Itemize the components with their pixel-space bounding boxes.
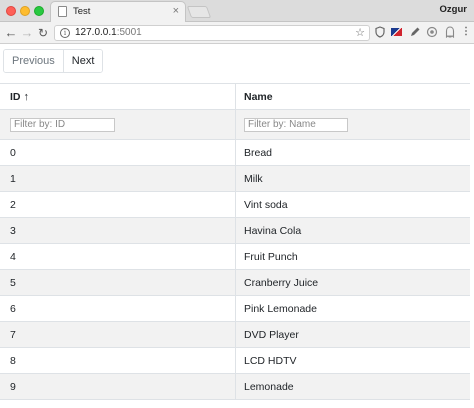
bookmark-star-icon[interactable]: ☆ xyxy=(355,26,365,39)
table-row[interactable]: 7 DVD Player xyxy=(0,322,470,348)
cell-name: Cranberry Juice xyxy=(244,276,319,289)
filter-cell-name xyxy=(236,110,470,139)
cell-id: 9 xyxy=(0,374,236,399)
cell-name: Bread xyxy=(244,146,273,159)
privacy-icon[interactable] xyxy=(426,26,438,38)
cell-id: 4 xyxy=(0,244,236,269)
browser-tab-strip: Test × Ozgur xyxy=(0,0,474,22)
cell-name: Pink Lemonade xyxy=(244,302,317,315)
table-row[interactable]: 6 Pink Lemonade xyxy=(0,296,470,322)
cell-id: 0 xyxy=(0,140,236,165)
cell-name: DVD Player xyxy=(244,328,299,341)
forward-arrow-icon[interactable]: → xyxy=(20,25,34,41)
cell-id: 8 xyxy=(0,348,236,373)
page-icon xyxy=(58,6,67,17)
pen-icon[interactable] xyxy=(409,26,421,38)
zoom-window-button[interactable] xyxy=(34,6,44,16)
cell-name: Fruit Punch xyxy=(244,250,298,263)
cell-id: 7 xyxy=(0,322,236,347)
column-header-name[interactable]: Name xyxy=(236,84,470,109)
table-row[interactable]: 4 Fruit Punch xyxy=(0,244,470,270)
column-header-label: ID xyxy=(10,90,21,103)
cell-name: Vint soda xyxy=(244,198,288,211)
name-filter-input[interactable] xyxy=(244,117,348,132)
data-table: ID ↑ Name 0 Bread 1 Milk 2 Vint soda 3 Havina C… xyxy=(0,83,470,400)
table-row[interactable]: 9 Lemonade xyxy=(0,374,470,400)
table-row[interactable]: 3 Havina Cola xyxy=(0,218,470,244)
id-filter-input[interactable] xyxy=(10,117,115,132)
cell-id: 6 xyxy=(0,296,236,321)
filter-cell-id xyxy=(0,110,236,139)
info-icon[interactable]: i xyxy=(60,28,70,38)
back-arrow-icon[interactable]: ← xyxy=(4,25,18,41)
cell-id: 3 xyxy=(0,218,236,243)
tab-close-icon[interactable]: × xyxy=(173,5,179,17)
cell-name: Milk xyxy=(244,172,263,185)
minimize-window-button[interactable] xyxy=(20,6,30,16)
menu-icon[interactable]: ⋮ xyxy=(460,26,472,38)
sort-ascending-icon: ↑ xyxy=(23,90,30,103)
cell-id: 2 xyxy=(0,192,236,217)
profile-name[interactable]: Ozgur xyxy=(440,4,467,15)
url-port: :5001 xyxy=(116,27,142,38)
next-button[interactable]: Next xyxy=(63,50,103,72)
cell-name: LCD HDTV xyxy=(244,354,297,367)
browser-tab[interactable]: Test × xyxy=(50,1,186,22)
table-row[interactable]: 0 Bread xyxy=(0,140,470,166)
shield-icon[interactable] xyxy=(374,26,386,38)
address-bar[interactable]: i 127.0.0.1:5001 ☆ xyxy=(54,25,370,41)
ghost-icon[interactable] xyxy=(444,26,456,39)
cell-name: Havina Cola xyxy=(244,224,302,237)
table-body: 0 Bread 1 Milk 2 Vint soda 3 Havina Cola 4 Fruit … xyxy=(0,140,470,400)
column-header-id[interactable]: ID ↑ xyxy=(0,84,236,109)
table-row[interactable]: 8 LCD HDTV xyxy=(0,348,470,374)
flag-icon[interactable] xyxy=(391,26,403,38)
table-row[interactable]: 1 Milk xyxy=(0,166,470,192)
cell-name: Lemonade xyxy=(244,380,294,393)
filter-row xyxy=(0,110,470,140)
previous-button[interactable]: Previous xyxy=(4,50,64,72)
url-host: 127.0.0.1 xyxy=(75,27,117,38)
column-header-label: Name xyxy=(244,90,273,103)
cell-id: 1 xyxy=(0,166,236,191)
table-row[interactable]: 2 Vint soda xyxy=(0,192,470,218)
url-text[interactable]: 127.0.0.1:5001 xyxy=(75,27,142,38)
new-tab-button[interactable] xyxy=(186,6,212,18)
close-window-button[interactable] xyxy=(6,6,16,16)
table-header-row: ID ↑ Name xyxy=(0,84,470,110)
table-row[interactable]: 5 Cranberry Juice xyxy=(0,270,470,296)
tab-title: Test xyxy=(73,6,91,17)
cell-id: 5 xyxy=(0,270,236,295)
pagination: Previous Next xyxy=(3,49,104,73)
reload-icon[interactable]: ↻ xyxy=(36,25,50,41)
